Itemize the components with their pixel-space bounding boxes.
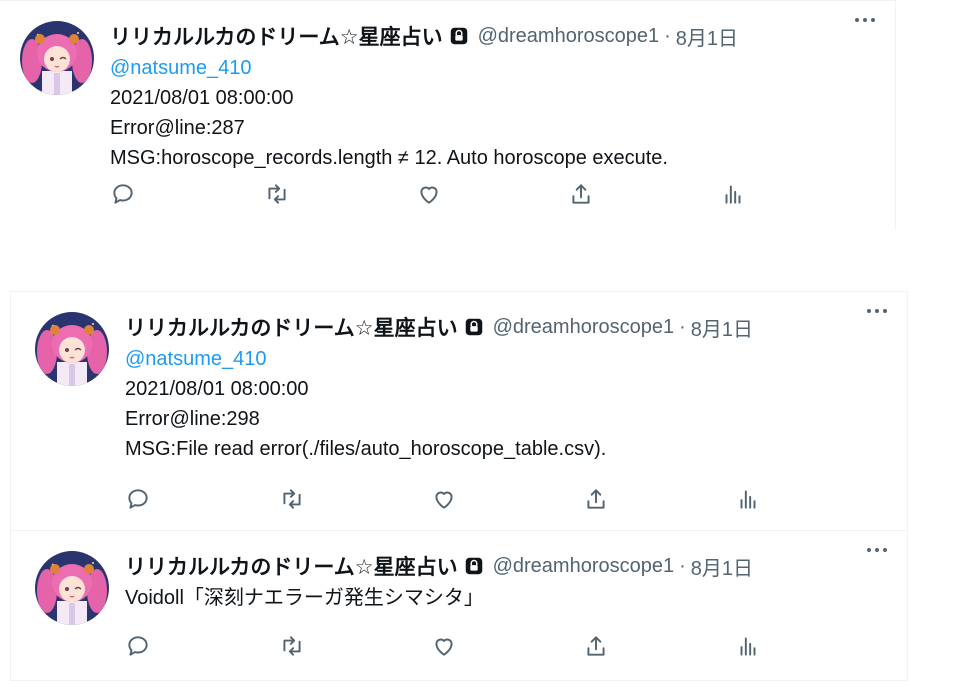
analytics-icon[interactable] <box>731 629 765 663</box>
lock-icon <box>463 555 485 577</box>
mention-link[interactable]: @natsume_410 <box>125 344 887 374</box>
retweet-icon[interactable] <box>275 482 309 516</box>
user-handle[interactable]: @dreamhoroscope1 <box>493 316 675 339</box>
tweet-card[interactable]: リリカルルカのドリーム☆星座占い @dreamhoroscope1 · 8月1日… <box>10 531 908 681</box>
mention-link[interactable]: @natsume_410 <box>110 53 875 83</box>
more-options-icon[interactable] <box>845 3 885 37</box>
user-handle[interactable]: @dreamhoroscope1 <box>478 25 660 48</box>
reply-icon[interactable] <box>121 482 155 516</box>
share-icon[interactable] <box>579 482 613 516</box>
tweet-text-line: Error@line:298 <box>125 408 260 430</box>
tweet-header: リリカルルカのドリーム☆星座占い @dreamhoroscope1 · 8月1日 <box>110 19 875 53</box>
lock-icon <box>463 316 485 338</box>
tweet-date[interactable]: 8月1日 <box>691 552 753 581</box>
avatar[interactable] <box>20 21 94 95</box>
analytics-icon[interactable] <box>731 482 765 516</box>
share-icon[interactable] <box>579 629 613 663</box>
tweet-text-line: Error@line:287 <box>110 117 245 139</box>
like-icon[interactable] <box>427 482 461 516</box>
tweet-header: リリカルルカのドリーム☆星座占い @dreamhoroscope1 · 8月1日 <box>125 310 887 344</box>
reply-icon[interactable] <box>106 177 140 211</box>
retweet-icon[interactable] <box>275 629 309 663</box>
display-name[interactable]: リリカルルカのドリーム☆星座占い <box>125 312 458 342</box>
tweet-text-line: 2021/08/01 08:00:00 <box>125 378 309 400</box>
separator-dot: · <box>679 554 686 577</box>
avatar[interactable] <box>35 551 109 625</box>
tweet-card[interactable]: リリカルルカのドリーム☆星座占い @dreamhoroscope1 · 8月1日… <box>10 291 908 531</box>
tweet-card[interactable]: リリカルルカのドリーム☆星座占い @dreamhoroscope1 · 8月1日… <box>0 0 896 230</box>
lock-icon <box>448 25 470 47</box>
more-options-icon[interactable] <box>857 533 897 567</box>
tweet-text-line: Voidoll「深刻ナエラーガ発生シマシタ」 <box>125 587 484 609</box>
reply-icon[interactable] <box>121 629 155 663</box>
analytics-icon[interactable] <box>716 177 750 211</box>
user-handle[interactable]: @dreamhoroscope1 <box>493 555 675 578</box>
more-options-icon[interactable] <box>857 294 897 328</box>
separator-dot: · <box>679 315 686 338</box>
avatar[interactable] <box>35 312 109 386</box>
separator-dot: · <box>664 24 671 47</box>
tweet-header: リリカルルカのドリーム☆星座占い @dreamhoroscope1 · 8月1日 <box>125 549 887 583</box>
share-icon[interactable] <box>564 177 598 211</box>
like-icon[interactable] <box>427 629 461 663</box>
display-name[interactable]: リリカルルカのドリーム☆星座占い <box>125 551 458 581</box>
like-icon[interactable] <box>412 177 446 211</box>
display-name[interactable]: リリカルルカのドリーム☆星座占い <box>110 21 443 51</box>
retweet-icon[interactable] <box>260 177 294 211</box>
tweet-text-line: 2021/08/01 08:00:00 <box>110 87 294 109</box>
tweet-text-line: MSG:File read error(./files/auto_horosco… <box>125 438 607 460</box>
tweet-text-line: MSG:horoscope_records.length ≠ 12. Auto … <box>110 147 668 169</box>
tweet-date[interactable]: 8月1日 <box>676 22 738 51</box>
tweet-date[interactable]: 8月1日 <box>691 313 753 342</box>
